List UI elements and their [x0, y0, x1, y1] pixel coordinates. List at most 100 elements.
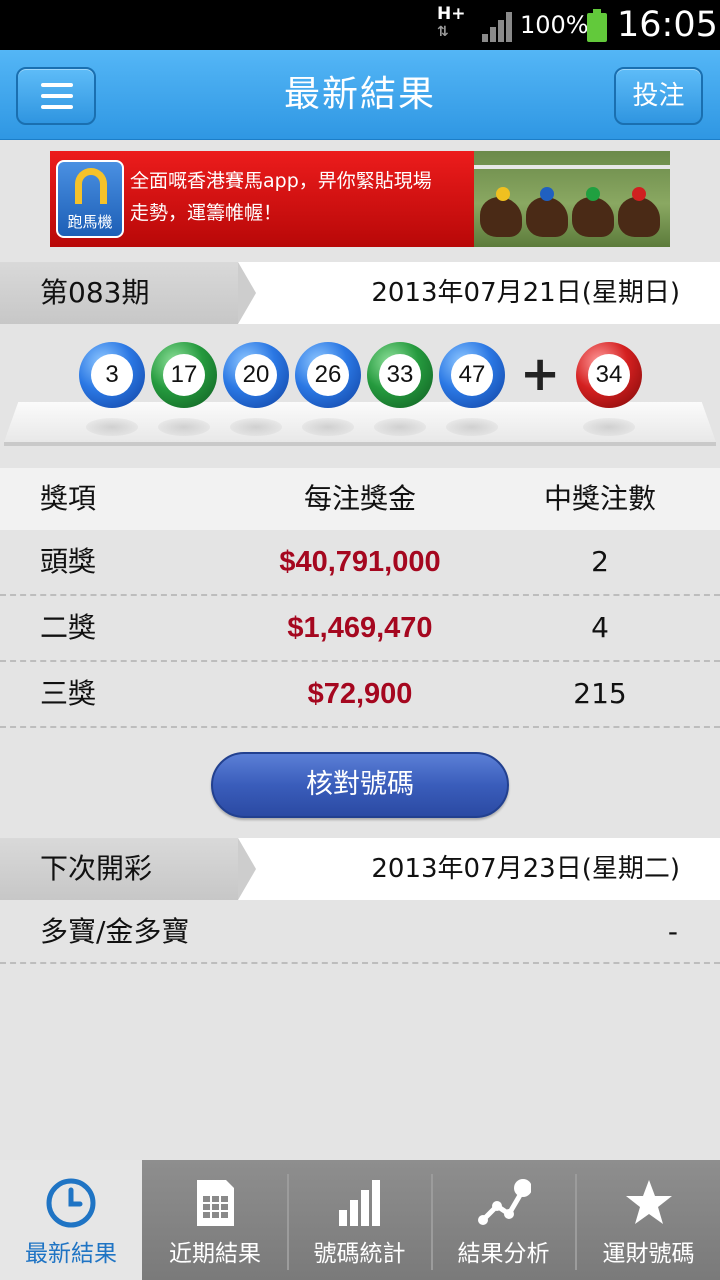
tab-latest-results[interactable]: 最新結果	[0, 1160, 142, 1280]
tab-label: 最新結果	[25, 1241, 117, 1267]
battery-percent: 100%	[520, 11, 589, 39]
prize-winners: 2	[591, 545, 609, 578]
data-arrows-icon: ⇅	[437, 24, 449, 40]
jackpot-label: 多寶/金多寶	[40, 915, 190, 948]
horse-shape	[572, 197, 614, 237]
extra-ball-number: 34	[588, 354, 630, 396]
ball-reflection	[374, 418, 426, 436]
ball-number: 17	[163, 354, 205, 396]
page-title: 最新結果	[283, 74, 436, 115]
jockey-shape	[632, 187, 646, 201]
horseshoe-icon	[75, 168, 107, 204]
ball-shelf-edge	[4, 442, 716, 446]
prize-name: 三獎	[40, 677, 97, 710]
prize-winners: 215	[573, 677, 627, 710]
tab-result-analysis[interactable]: 結果分析	[433, 1160, 574, 1280]
tab-label: 運財號碼	[602, 1241, 695, 1267]
line-graph-icon	[477, 1179, 531, 1225]
lottery-ball: 26	[295, 342, 361, 408]
jockey-shape	[586, 187, 600, 201]
jockey-shape	[496, 187, 510, 201]
ball-number: 47	[451, 354, 493, 396]
track-rail	[474, 165, 670, 169]
action-bar: 最新結果 投注	[0, 50, 720, 140]
signal-icon	[482, 12, 512, 42]
jackpot-row: 多寶/金多寶 -	[0, 900, 720, 964]
lottery-ball: 17	[151, 342, 217, 408]
header-winners: 中獎注數	[543, 482, 656, 515]
app-logo-text: 跑馬機	[67, 213, 113, 231]
prize-amount: $72,900	[307, 678, 413, 710]
prize-table-header: 獎項 每注獎金 中獎注數	[0, 468, 720, 530]
table-row: 頭獎 $40,791,000 2	[0, 530, 720, 596]
jackpot-value: -	[667, 915, 678, 948]
ball-reflection	[302, 418, 354, 436]
horse-shape	[526, 197, 568, 237]
lottery-ball: 3	[79, 342, 145, 408]
next-draw-tag: 下次開彩	[0, 838, 256, 900]
ball-reflection	[86, 418, 138, 436]
prize-table: 獎項 每注獎金 中獎注數 頭獎 $40,791,000 2 二獎 $1,469,…	[0, 468, 720, 728]
network-indicator: H+ ⇅	[437, 4, 466, 40]
tab-recent-results[interactable]: 近期結果	[144, 1160, 286, 1280]
tab-label: 結果分析	[457, 1241, 550, 1267]
ball-number: 33	[379, 354, 421, 396]
horse-shape	[480, 197, 522, 237]
next-draw-date: 2013年07月23日(星期二)	[371, 854, 680, 884]
ball-number: 3	[91, 354, 133, 396]
plus-icon: +	[520, 346, 561, 402]
tab-lucky-numbers[interactable]: 運財號碼	[577, 1160, 720, 1280]
clock: 16:05	[617, 5, 718, 45]
bottom-tab-bar: 最新結果 近期結果 號碼統計 結果分析 運財號碼	[0, 1160, 720, 1280]
ball-number: 26	[307, 354, 349, 396]
lottery-ball: 47	[439, 342, 505, 408]
prize-amount: $40,791,000	[279, 546, 441, 578]
draw-number-tag: 第083期	[0, 262, 256, 324]
table-row: 二獎 $1,469,470 4	[0, 596, 720, 662]
star-icon	[625, 1180, 672, 1224]
winning-numbers: 3 17 20 26 33 47 34 +	[0, 324, 720, 466]
check-numbers-button[interactable]: 核對號碼	[211, 752, 509, 818]
ad-banner[interactable]: 跑馬機 全面嘅香港賽馬app，畀你緊貼現場 走勢，運籌帷幄！	[50, 151, 670, 247]
table-row: 三獎 $72,900 215	[0, 662, 720, 728]
draw-info-row: 第083期 2013年07月21日(星期日)	[0, 262, 720, 324]
menu-icon	[41, 83, 73, 87]
menu-icon-bar	[41, 105, 73, 109]
prize-name: 二獎	[40, 611, 97, 644]
draw-number: 第083期	[40, 276, 150, 309]
banner-line-2: 走勢，運籌帷幄！	[130, 202, 283, 224]
tab-label: 近期結果	[169, 1241, 261, 1267]
bar-chart-icon	[338, 1180, 380, 1226]
banner-red-panel: 跑馬機 全面嘅香港賽馬app，畀你緊貼現場 走勢，運籌帷幄！	[50, 151, 474, 247]
menu-button[interactable]	[16, 67, 96, 125]
prize-name: 頭獎	[40, 545, 97, 578]
lottery-ball: 33	[367, 342, 433, 408]
horse-shape	[618, 197, 660, 237]
calendar-icon	[197, 1180, 234, 1226]
banner-text: 全面嘅香港賽馬app，畀你緊貼現場 走勢，運籌帷幄！	[130, 165, 432, 229]
ball-number: 20	[235, 354, 277, 396]
next-draw-label: 下次開彩	[40, 852, 153, 885]
ball-reflection	[446, 418, 498, 436]
lottery-ball: 20	[223, 342, 289, 408]
app-logo: 跑馬機	[56, 160, 124, 238]
extra-ball: 34	[576, 342, 642, 408]
next-draw-row: 下次開彩 2013年07月23日(星期二)	[0, 838, 720, 900]
ball-reflection	[158, 418, 210, 436]
horse-racing-photo	[474, 151, 670, 247]
bet-button[interactable]: 投注	[614, 67, 703, 125]
prize-amount: $1,469,470	[287, 612, 433, 644]
menu-icon-bar	[41, 94, 73, 98]
tab-number-stats[interactable]: 號碼統計	[289, 1160, 430, 1280]
header-amount: 每注獎金	[303, 482, 416, 515]
status-bar: H+ ⇅ 100% 16:05	[0, 0, 720, 50]
clock-icon	[46, 1178, 96, 1228]
jockey-shape	[540, 187, 554, 201]
header-prize: 獎項	[40, 482, 97, 515]
draw-date: 2013年07月21日(星期日)	[371, 278, 680, 308]
tab-label: 號碼統計	[313, 1241, 406, 1267]
ball-reflection	[230, 418, 282, 436]
network-type: H+	[437, 4, 466, 24]
banner-line-1: 全面嘅香港賽馬app，畀你緊貼現場	[130, 170, 432, 192]
prize-winners: 4	[591, 611, 609, 644]
